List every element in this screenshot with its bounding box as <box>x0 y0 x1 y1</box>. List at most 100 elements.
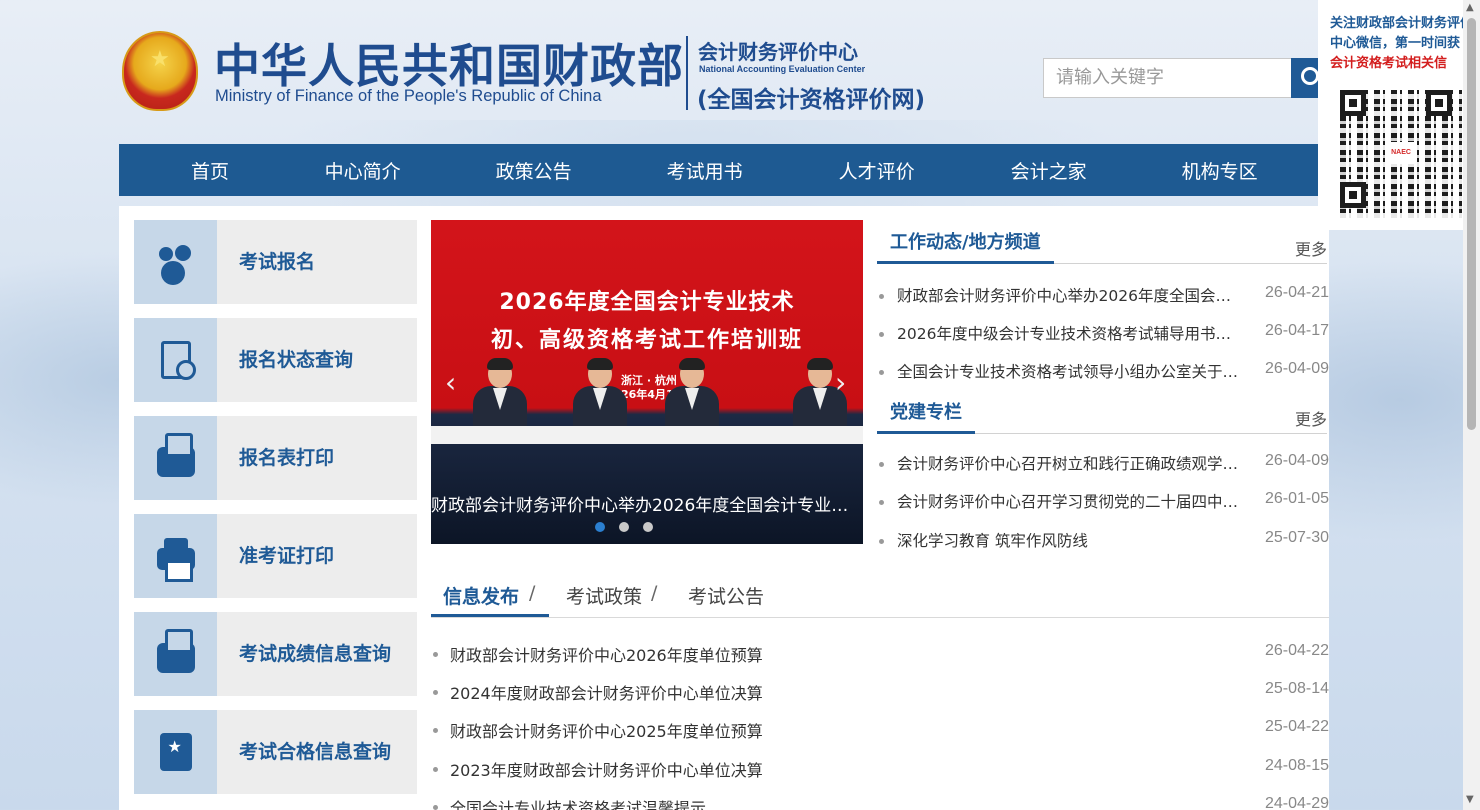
tab-exam-policy[interactable]: 考试政策 <box>566 582 642 609</box>
bullet-icon <box>879 294 884 299</box>
list-item[interactable]: 财政部会计财务评价中心举办2026年度全国会计专业技术初、高级资格考试工作培训班… <box>879 284 1329 308</box>
bullet-icon <box>433 805 438 810</box>
quick-link-score-query[interactable]: 考试成绩信息查询 <box>134 612 417 696</box>
qr-panel-text: 关注财政部会计财务评价 中心微信，第一时间获 会计资格考试相关信 <box>1330 14 1465 74</box>
national-emblem-icon <box>122 31 198 111</box>
news-date: 26-04-17 <box>1264 322 1329 339</box>
list-item[interactable]: 财政部会计财务评价中心2026年度单位预算 26-04-22 <box>433 642 1329 666</box>
tray-print-icon <box>156 629 195 673</box>
conference-table <box>431 426 863 444</box>
bullet-icon <box>879 539 884 544</box>
list-item[interactable]: 全国会计专业技术资格考试领导小组办公室关于2026年度考试有关事项的通知 26-… <box>879 360 1329 384</box>
quick-link-registration-status[interactable]: 报名状态查询 <box>134 318 417 402</box>
quick-link-icon-box <box>134 710 217 794</box>
quick-link-qualification-query[interactable]: 考试合格信息查询 <box>134 710 417 794</box>
info-date: 24-08-15 <box>1264 757 1329 774</box>
carousel-dot[interactable] <box>643 522 653 532</box>
carousel-next-icon[interactable]: › <box>835 366 846 399</box>
center-name-en: National Accounting Evaluation Center <box>699 64 866 74</box>
carousel-prev-icon[interactable]: ‹ <box>445 366 456 399</box>
info-title: 全国会计专业技术资格考试温馨提示 <box>450 799 707 810</box>
search-input[interactable]: 请输入关键字 <box>1043 58 1293 98</box>
quick-link-label: 考试合格信息查询 <box>239 741 392 763</box>
nav-accounting-home[interactable]: 会计之家 <box>987 157 1110 184</box>
nav-home[interactable]: 首页 <box>119 157 301 184</box>
quick-link-label: 准考证打印 <box>239 545 335 567</box>
page-scrollbar[interactable]: ▲ ▼ <box>1463 0 1480 810</box>
news-title: 深化学习教育 筑牢作风防线 <box>897 532 1088 550</box>
quick-link-label: 考试成绩信息查询 <box>239 643 392 665</box>
news-date: 26-04-09 <box>1264 452 1329 469</box>
news-carousel[interactable]: 2026年度全国会计专业技术 初、高级资格考试工作培训班 浙江 · 杭州 26年… <box>431 220 863 544</box>
scrollbar-thumb[interactable] <box>1467 18 1476 430</box>
qr-finder <box>1340 182 1366 208</box>
bullet-icon <box>879 370 884 375</box>
party-news-title[interactable]: 党建专栏 <box>877 400 975 434</box>
bullet-icon <box>879 500 884 505</box>
tab-separator: / <box>651 582 658 604</box>
quick-link-icon-box <box>134 416 217 500</box>
search-icon <box>1301 67 1319 85</box>
certificate-icon <box>159 733 192 771</box>
wechat-qr-panel[interactable]: 关注财政部会计财务评价 中心微信，第一时间获 会计资格考试相关信 NAEC <box>1318 0 1465 230</box>
nav-about[interactable]: 中心简介 <box>301 157 424 184</box>
quick-link-form-print[interactable]: 报名表打印 <box>134 416 417 500</box>
center-name-cn: 会计财务评价中心 <box>698 40 858 64</box>
qr-logo: NAEC <box>1388 142 1414 164</box>
news-title: 会计财务评价中心召开学习贯彻党的二十届四中全会精神 <box>897 493 1239 511</box>
qr-line3: 会计资格考试相关信 <box>1330 56 1448 71</box>
info-date: 26-04-22 <box>1264 642 1329 659</box>
info-date: 25-08-14 <box>1264 680 1329 697</box>
nav-policy[interactable]: 政策公告 <box>424 157 643 184</box>
qr-line2: 中心微信，第一时间获 <box>1330 36 1461 51</box>
scroll-down-icon[interactable]: ▼ <box>1466 794 1474 805</box>
person-figure <box>471 358 529 434</box>
quick-link-icon-box <box>134 318 217 402</box>
news-title: 财政部会计财务评价中心举办2026年度全国会计专业技术初、高级资格考试工作培训班 <box>897 287 1239 305</box>
carousel-dot[interactable] <box>619 522 629 532</box>
list-item[interactable]: 2024年度财政部会计财务评价中心单位决算 25-08-14 <box>433 680 1329 704</box>
quick-link-icon-box <box>134 220 217 304</box>
document-search-icon <box>160 341 196 380</box>
carousel-caption[interactable]: 财政部会计财务评价中心举办2026年度全国会计专业技术初、高级资格考试工作培训班 <box>431 492 863 520</box>
list-item[interactable]: 会计财务评价中心召开树立和践行正确政绩观学习教育 26-04-09 <box>879 452 1329 476</box>
person-figure <box>571 358 629 434</box>
quick-link-label: 考试报名 <box>239 251 316 273</box>
news-title: 全国会计专业技术资格考试领导小组办公室关于2026年度考试有关事项的通知 <box>897 363 1239 381</box>
news-title: 2026年度中级会计专业技术资格考试辅导用书出版发行 <box>897 325 1239 343</box>
list-item[interactable]: 全国会计专业技术资格考试温馨提示 24-04-29 <box>433 795 1329 810</box>
qr-line1: 关注财政部会计财务评价 <box>1330 16 1465 31</box>
active-tab-underline <box>431 614 549 617</box>
carousel-dot[interactable] <box>595 522 605 532</box>
nav-institutions[interactable]: 机构专区 <box>1110 157 1329 184</box>
nav-books[interactable]: 考试用书 <box>643 157 766 184</box>
quick-link-label: 报名表打印 <box>239 447 335 469</box>
carousel-banner-line2: 初、高级资格考试工作培训班 <box>490 328 803 353</box>
printer-icon <box>156 538 195 582</box>
scroll-up-icon[interactable]: ▲ <box>1466 2 1474 13</box>
quick-link-icon-box <box>134 514 217 598</box>
list-item[interactable]: 2026年度中级会计专业技术资格考试辅导用书出版发行 26-04-17 <box>879 322 1329 346</box>
tray-print-icon <box>156 433 195 477</box>
list-item[interactable]: 深化学习教育 筑牢作风防线 25-07-30 <box>879 529 1329 553</box>
news-date: 26-04-09 <box>1264 360 1329 377</box>
main-nav: 首页 中心简介 政策公告 考试用书 人才评价 会计之家 机构专区 <box>119 144 1329 196</box>
list-item[interactable]: 财政部会计财务评价中心2025年度单位预算 25-04-22 <box>433 718 1329 742</box>
tab-info-release[interactable]: 信息发布 <box>443 582 519 609</box>
quick-link-admission-print[interactable]: 准考证打印 <box>134 514 417 598</box>
list-item[interactable]: 2023年度财政部会计财务评价中心单位决算 24-08-15 <box>433 757 1329 781</box>
nav-talent[interactable]: 人才评价 <box>766 157 987 184</box>
party-news-header: 党建专栏 更多 <box>877 400 1327 434</box>
work-news-title[interactable]: 工作动态/地方频道 <box>877 230 1054 264</box>
tab-exam-notice[interactable]: 考试公告 <box>688 582 764 609</box>
news-date: 26-01-05 <box>1264 490 1329 507</box>
party-news-more-link[interactable]: 更多 <box>1295 406 1327 430</box>
info-tabs: 信息发布 / 考试政策 / 考试公告 <box>431 572 1329 618</box>
center-subtitle: (全国会计资格评价网) <box>697 87 926 113</box>
list-item[interactable]: 会计财务评价中心召开学习贯彻党的二十届四中全会精神 26-01-05 <box>879 490 1329 514</box>
info-date: 24-04-29 <box>1264 795 1329 810</box>
work-news-more-link[interactable]: 更多 <box>1295 236 1327 260</box>
quick-link-exam-registration[interactable]: 考试报名 <box>134 220 417 304</box>
bullet-icon <box>433 652 438 657</box>
info-title: 2024年度财政部会计财务评价中心单位决算 <box>450 684 763 703</box>
